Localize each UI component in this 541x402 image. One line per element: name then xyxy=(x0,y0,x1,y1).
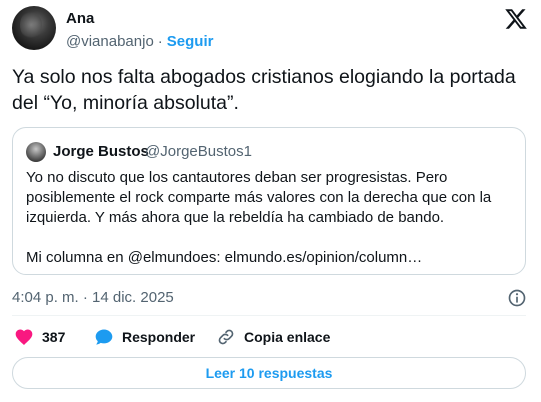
link-icon xyxy=(218,329,234,345)
heart-icon xyxy=(15,329,33,345)
copy-link-label: Copia enlace xyxy=(244,329,331,345)
x-logo-icon[interactable] xyxy=(504,7,528,31)
author-handle[interactable]: @vianabanjo xyxy=(66,33,154,50)
copy-link-button[interactable]: Copia enlace xyxy=(216,327,330,347)
quoted-avatar xyxy=(26,142,46,162)
author-avatar[interactable] xyxy=(12,6,56,50)
like-button[interactable]: 387 xyxy=(14,327,65,347)
quoted-text: Yo no discuto que los cantautores deban … xyxy=(26,168,521,268)
like-count: 387 xyxy=(42,329,66,345)
quoted-paragraph-2: Mi columna en @elmundoes: elmundo.es/opi… xyxy=(26,249,423,266)
info-icon[interactable] xyxy=(507,288,527,308)
author-handle-row: @vianabanjo · Seguir xyxy=(66,33,213,50)
divider xyxy=(12,315,526,316)
quoted-author-name: Jorge Bustos xyxy=(53,143,149,160)
quoted-paragraph-1: Yo no discuto que los cantautores deban … xyxy=(26,169,492,226)
follow-button[interactable]: Seguir xyxy=(167,33,214,50)
quoted-tweet[interactable]: Jorge Bustos @JorgeBustos1 Yo no discuto… xyxy=(12,127,526,275)
read-replies-button[interactable]: Leer 10 respuestas xyxy=(12,357,526,389)
reply-button[interactable]: Responder xyxy=(94,327,195,347)
reply-bubble-icon xyxy=(95,329,113,345)
author-name[interactable]: Ana xyxy=(66,10,94,27)
reply-label: Responder xyxy=(122,329,196,345)
separator-dot: · xyxy=(157,33,163,50)
quoted-author-handle: @JorgeBustos1 xyxy=(145,143,252,160)
tweet-text: Ya solo nos falta abogados cristianos el… xyxy=(12,66,516,114)
tweet-timestamp[interactable]: 4:04 p. m. · 14 dic. 2025 xyxy=(12,289,174,306)
